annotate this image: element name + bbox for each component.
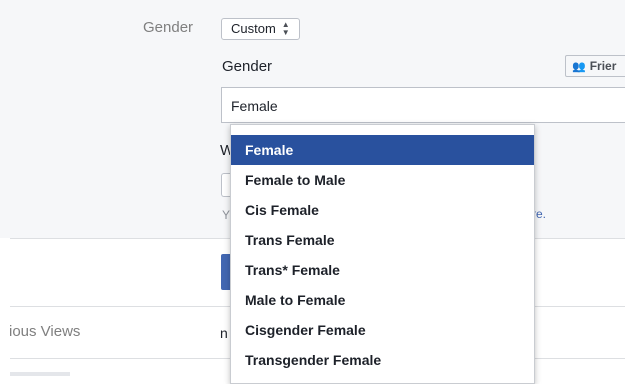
help-text-partial: Y	[222, 208, 231, 222]
gender-type-select[interactable]: Custom ▲ ▼	[221, 18, 300, 40]
dropdown-option[interactable]: Male to Female	[231, 285, 534, 315]
custom-gender-heading: Gender	[222, 58, 273, 75]
dropdown-option[interactable]: Trans Female	[231, 225, 534, 255]
audience-selector-label: Frier	[589, 59, 617, 73]
dropdown-option[interactable]: Trans* Female	[231, 255, 534, 285]
previous-views-label: ious Views	[9, 323, 81, 340]
custom-gender-input[interactable]: Female	[221, 87, 625, 123]
gender-type-select-value: Custom	[231, 21, 276, 36]
dropdown-option[interactable]: Transgender Female	[231, 345, 534, 375]
gender-suggestions-dropdown[interactable]: Female Female to Male Cis Female Trans Fema…	[230, 124, 535, 384]
audience-selector-button[interactable]: 👥 Frier	[565, 55, 625, 77]
friends-icon: 👥	[572, 60, 586, 73]
dropdown-option[interactable]: Female to Male	[231, 165, 534, 195]
dropdown-list: Female Female to Male Cis Female Trans Fema…	[231, 135, 534, 375]
select-arrows-icon: ▲ ▼	[281, 20, 290, 37]
previous-views-value-partial: n	[220, 325, 228, 341]
next-row-label-partial	[10, 372, 70, 376]
dropdown-option[interactable]: Cisgender Female	[231, 315, 534, 345]
dropdown-option[interactable]: Female	[231, 135, 534, 165]
dropdown-option[interactable]: Cis Female	[231, 195, 534, 225]
gender-row-label: Gender	[143, 19, 194, 36]
